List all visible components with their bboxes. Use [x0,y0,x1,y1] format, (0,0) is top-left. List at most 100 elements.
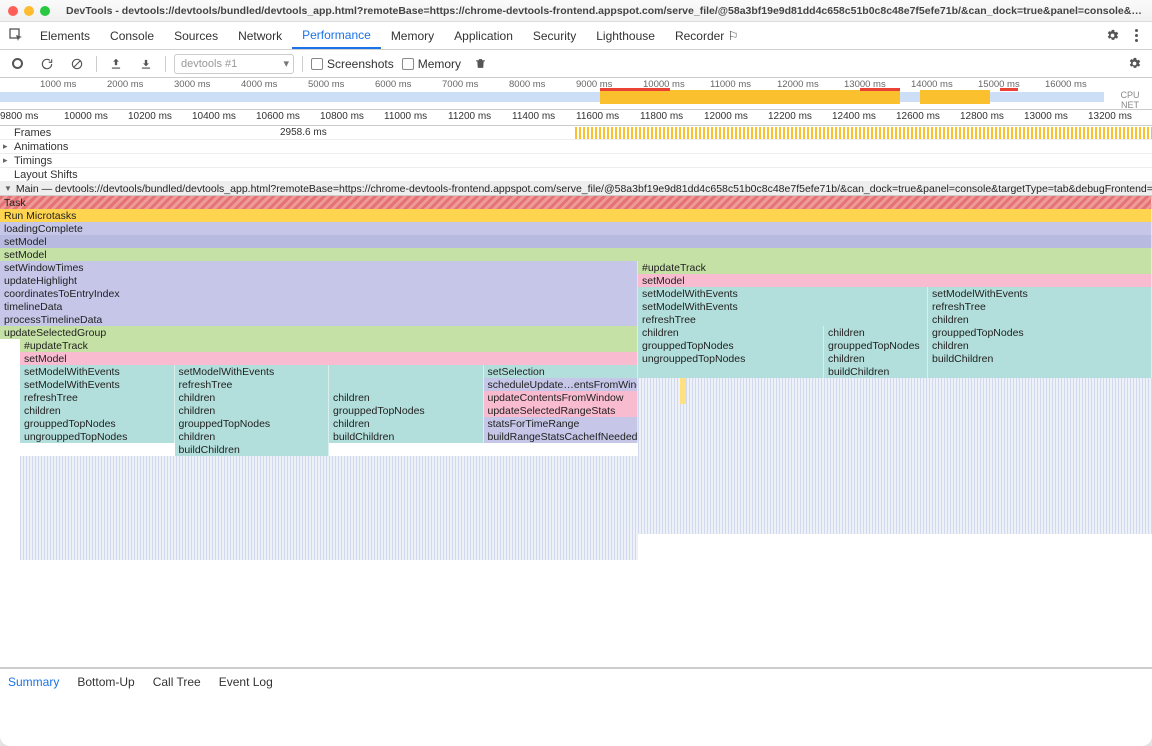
flame-entry[interactable]: refreshTree [20,391,175,404]
flame-entry[interactable] [928,365,1152,378]
tab-performance[interactable]: Performance [292,22,381,49]
tab-application[interactable]: Application [444,22,523,49]
flame-entry[interactable]: buildChildren [928,352,1152,365]
record-button[interactable] [6,53,28,75]
settings-icon[interactable] [1100,24,1124,48]
flame-entry[interactable]: children [928,339,1152,352]
capture-settings-icon[interactable] [1122,52,1146,76]
flame-entry[interactable]: children [20,404,175,417]
flame-entry[interactable]: ungrouppedTopNodes [638,352,824,365]
flame-entry[interactable]: setSelection [484,365,639,378]
flame-entry[interactable]: scheduleUpdate…entsFromWindow [484,378,639,391]
clear-button[interactable] [66,53,88,75]
flame-entry[interactable]: grouppedTopNodes [928,326,1152,339]
flame-entry[interactable]: Run Microtasks [0,209,1152,222]
flame-entry[interactable]: children [329,417,484,430]
flame-entry[interactable]: updateContentsFromWindow [484,391,639,404]
window-titlebar: DevTools - devtools://devtools/bundled/d… [0,0,1152,22]
profile-select[interactable]: devtools #1 [174,54,294,74]
flame-entry[interactable]: grouppedTopNodes [20,417,175,430]
flame-entry[interactable]: refreshTree [638,313,928,326]
flame-entry[interactable]: children [175,404,330,417]
flame-entry[interactable]: setModelWithEvents [638,287,928,300]
flame-entry[interactable]: setModel [0,235,1152,248]
tab-event-log[interactable]: Event Log [219,671,273,693]
flame-entry[interactable] [638,365,824,378]
flame-entry[interactable]: setModel [20,352,638,365]
ruler-tick: 11800 ms [640,111,683,122]
tab-summary[interactable]: Summary [8,671,59,693]
tab-lighthouse[interactable]: Lighthouse [586,22,665,49]
flame-entry[interactable]: timelineData [0,300,638,313]
inspect-icon[interactable] [4,24,30,48]
flame-entry[interactable]: Task [0,196,1152,209]
flame-entry[interactable]: updateSelectedRangeStats [484,404,639,417]
flame-entry[interactable]: children [928,313,1152,326]
flame-entry[interactable]: children [329,391,484,404]
flame-entry[interactable]: updateSelectedGroup [0,326,638,339]
timeline-ruler[interactable]: 9800 ms10000 ms10200 ms10400 ms10600 ms1… [0,110,1152,126]
flame-entry[interactable]: #updateTrack [20,339,638,352]
tab-sources[interactable]: Sources [164,22,228,49]
download-button[interactable] [135,53,157,75]
flame-entry[interactable]: grouppedTopNodes [638,339,824,352]
track-frames[interactable]: Frames 2958.6 ms [0,126,1152,140]
tab-call-tree[interactable]: Call Tree [153,671,201,693]
flame-entry[interactable]: grouppedTopNodes [329,404,484,417]
flame-entry[interactable]: buildChildren [824,365,928,378]
flame-entry[interactable]: #updateTrack [638,261,1152,274]
tab-security[interactable]: Security [523,22,586,49]
track-timings[interactable]: Timings [0,154,1152,168]
flame-entry[interactable]: processTimelineData [0,313,638,326]
flame-entry[interactable]: children [175,430,330,443]
flame-entry[interactable]: statsForTimeRange [484,417,639,430]
track-animations[interactable]: Animations [0,140,1152,154]
tab-recorder[interactable]: Recorder ⚐ [665,22,748,49]
more-icon[interactable] [1124,24,1148,48]
main-thread-header[interactable]: Main — devtools://devtools/bundled/devto… [0,182,1152,196]
flame-entry[interactable]: setModelWithEvents [175,365,330,378]
upload-button[interactable] [105,53,127,75]
tab-elements[interactable]: Elements [30,22,100,49]
flame-entry[interactable]: coordinatesToEntryIndex [0,287,638,300]
memory-checkbox[interactable]: Memory [402,57,461,71]
flame-entry[interactable]: children [824,352,928,365]
flame-entry[interactable]: refreshTree [175,378,330,391]
maximize-icon[interactable] [40,6,50,16]
flame-entry[interactable]: children [824,326,928,339]
flame-entry[interactable]: ungrouppedTopNodes [20,430,175,443]
flame-entry[interactable]: setModelWithEvents [20,378,175,391]
flame-chart[interactable]: TaskRun MicrotasksloadingCompletesetMode… [0,196,1152,668]
flame-entry[interactable]: children [175,391,330,404]
tab-memory[interactable]: Memory [381,22,444,49]
flame-entry[interactable]: children [638,326,824,339]
close-icon[interactable] [8,6,18,16]
flame-entry[interactable]: updateHighlight [0,274,638,287]
flame-entry[interactable]: buildRangeStatsCacheIfNeeded [484,430,639,443]
minimize-icon[interactable] [24,6,34,16]
flame-entry[interactable]: grouppedTopNodes [175,417,330,430]
tab-network[interactable]: Network [228,22,292,49]
flame-entry[interactable]: setWindowTimes [0,261,638,274]
flame-entry[interactable]: loadingComplete [0,222,1152,235]
flame-entry[interactable]: setModelWithEvents [928,287,1152,300]
ruler-tick: 11600 ms [576,111,619,122]
flame-entry[interactable]: buildChildren [329,430,484,443]
reload-button[interactable] [36,53,58,75]
flame-entry[interactable]: setModel [0,248,1152,261]
tab-console[interactable]: Console [100,22,164,49]
ruler-tick: 10600 ms [256,111,300,122]
timeline-overview[interactable]: CPU NET 1000 ms2000 ms3000 ms4000 ms5000… [0,78,1152,110]
flame-entry[interactable]: refreshTree [928,300,1152,313]
flame-entry[interactable]: grouppedTopNodes [824,339,928,352]
flame-entry[interactable]: setModel [638,274,1152,287]
track-layout-shifts[interactable]: Layout Shifts [0,168,1152,182]
tab-bottom-up[interactable]: Bottom-Up [77,671,134,693]
flame-entry[interactable]: buildChildren [175,443,330,456]
flame-entry[interactable]: setModelWithEvents [638,300,928,313]
trash-button[interactable] [469,53,491,75]
flame-entry[interactable] [329,365,484,378]
screenshots-checkbox[interactable]: Screenshots [311,57,394,71]
flame-entry[interactable] [329,378,484,391]
flame-entry[interactable]: setModelWithEvents [20,365,175,378]
